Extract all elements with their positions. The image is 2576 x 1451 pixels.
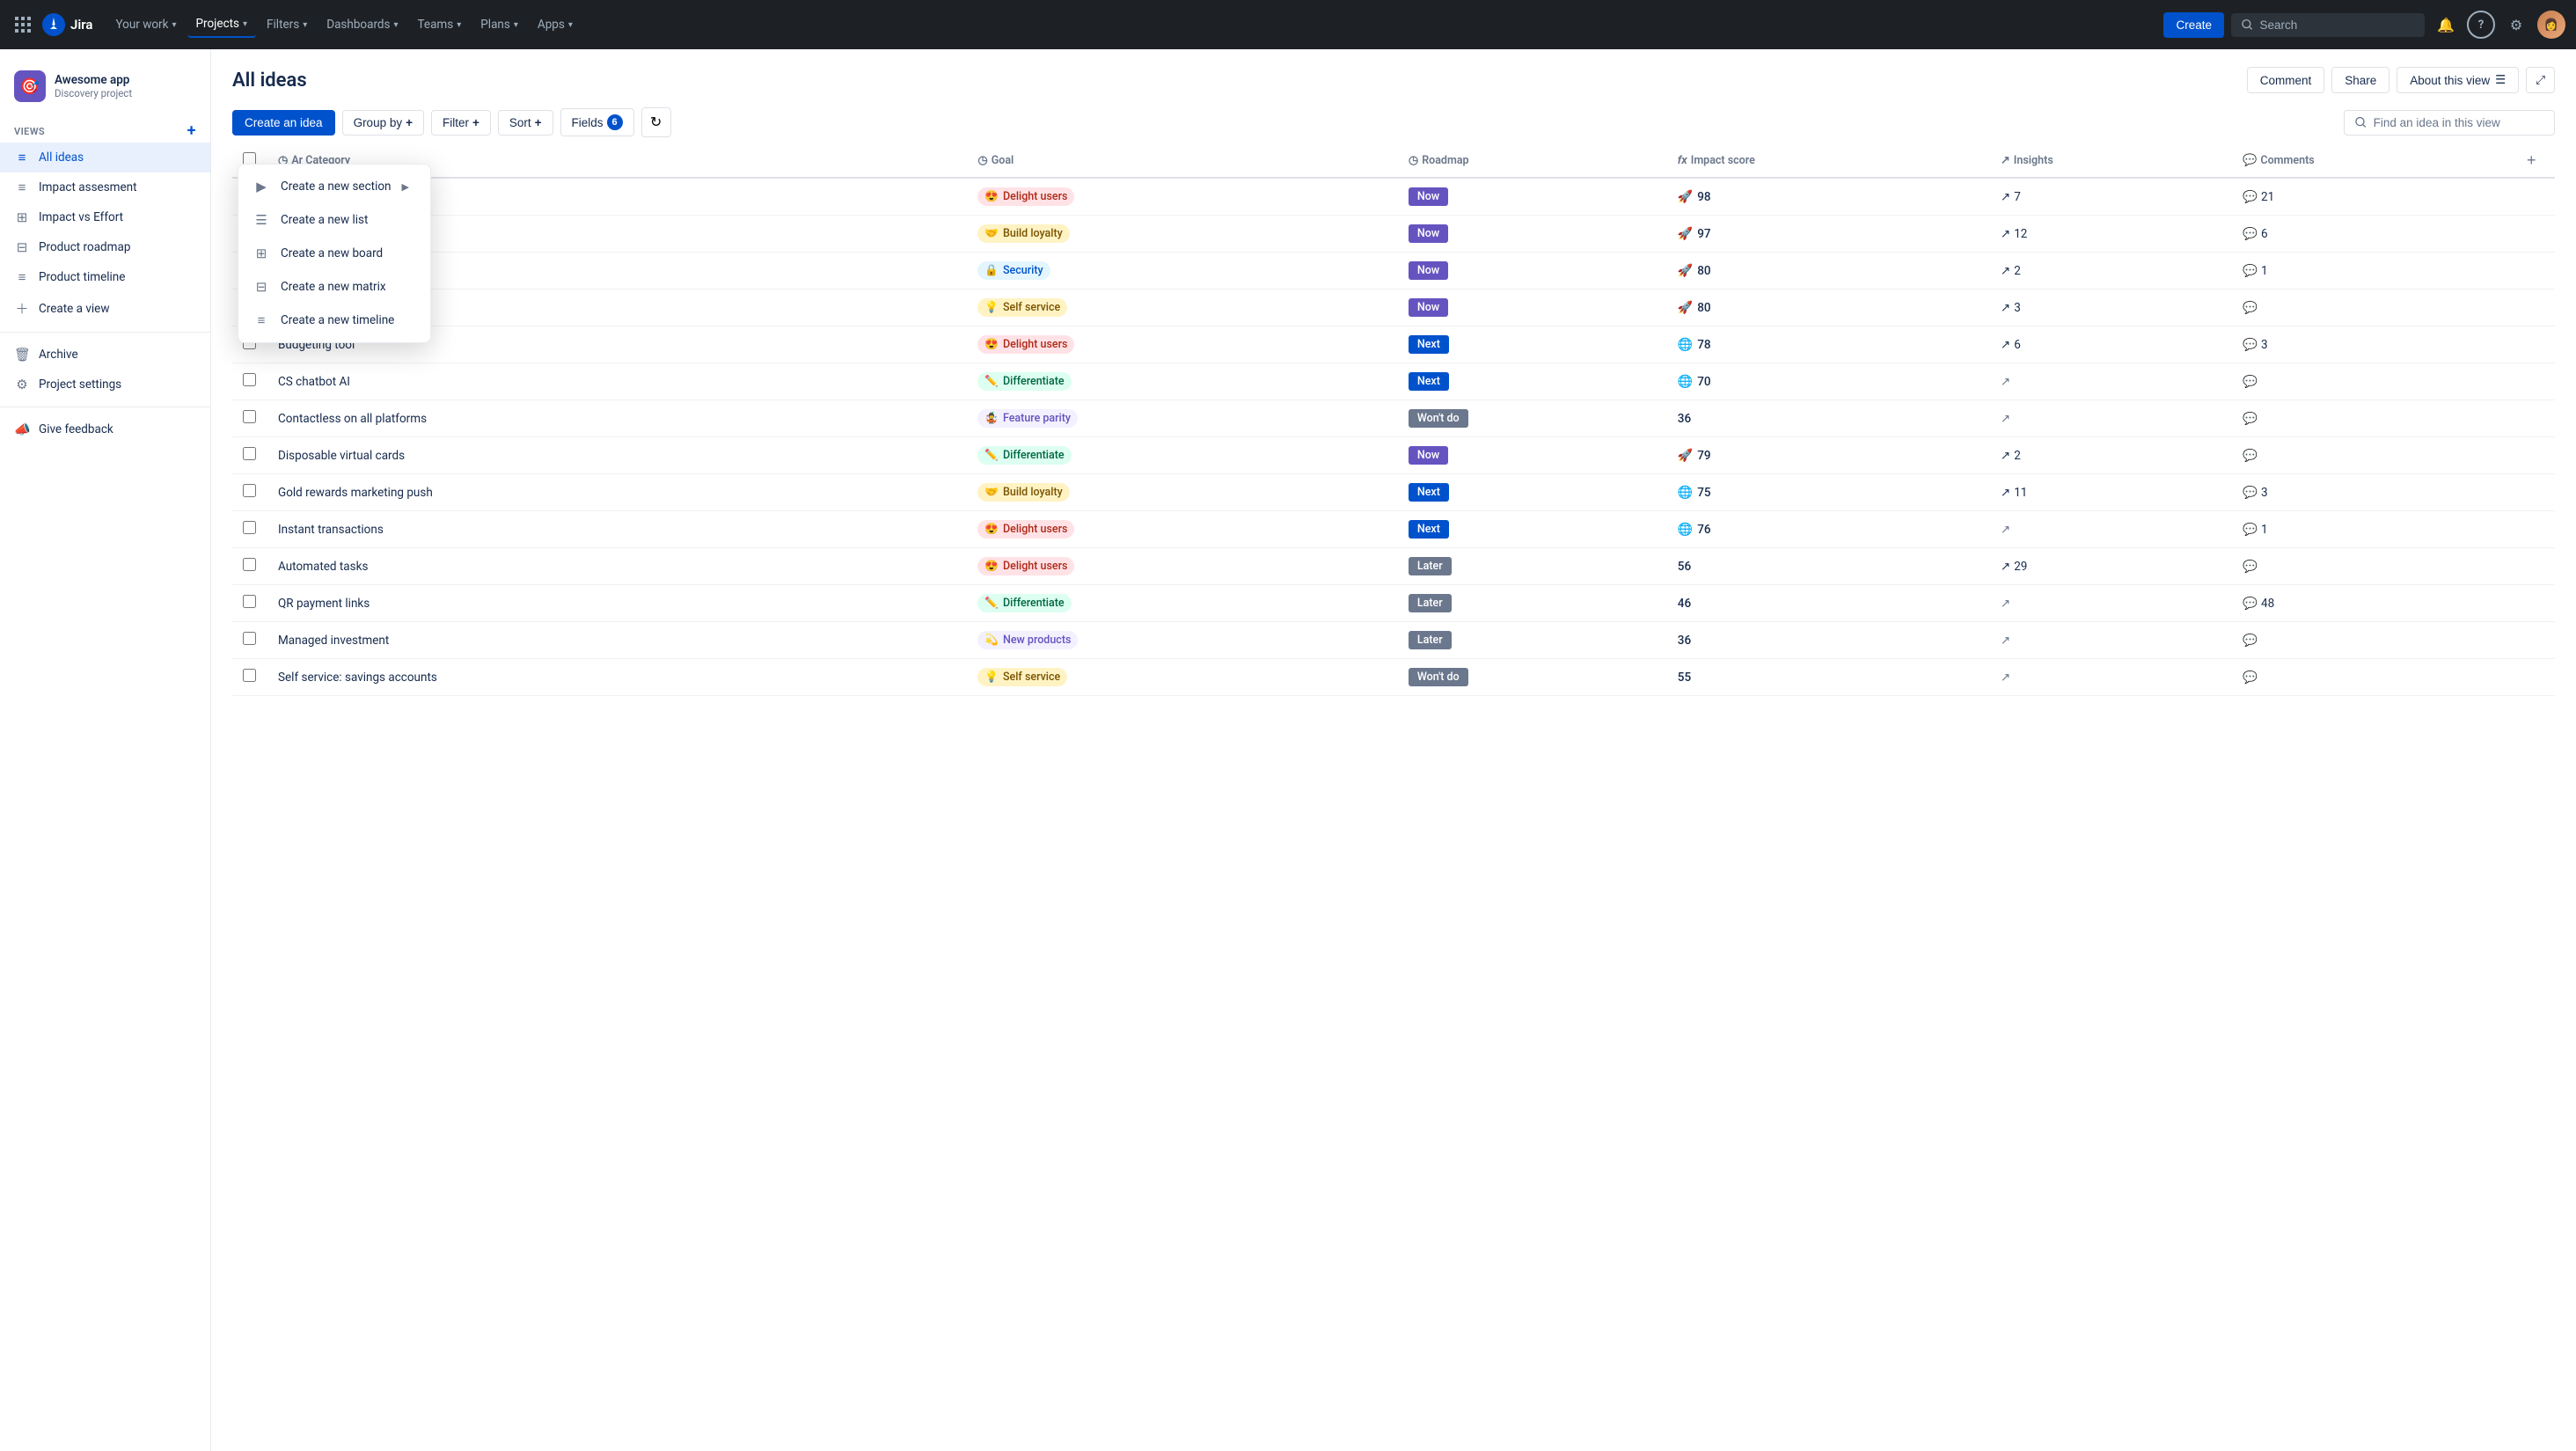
dropdown-item-icon: ⊟ xyxy=(252,279,270,295)
nav-filters[interactable]: Filters ▾ xyxy=(258,12,316,37)
app-switcher-button[interactable] xyxy=(11,12,35,37)
user-avatar[interactable]: 👩 xyxy=(2537,11,2565,39)
dropdown-item-icon: ≡ xyxy=(252,312,270,328)
dropdown-item-4[interactable]: ≡ Create a new timeline xyxy=(238,304,430,337)
top-navigation: Jira Your work ▾ Projects ▾ Filters ▾ Da… xyxy=(0,0,2576,49)
nav-dashboards[interactable]: Dashboards ▾ xyxy=(318,12,406,37)
nav-projects[interactable]: Projects ▾ xyxy=(187,11,257,38)
topnav-right: 🔔 ? ⚙ 👩 xyxy=(2231,11,2565,39)
dropdown-item-2[interactable]: ⊞ Create a new board xyxy=(238,237,430,270)
notifications-button[interactable]: 🔔 xyxy=(2432,11,2460,39)
dropdown-item-label: Create a new timeline xyxy=(281,313,394,327)
nav-plans[interactable]: Plans ▾ xyxy=(472,12,527,37)
views-dropdown-menu: ▶ Create a new section ▶ ☰ Create a new … xyxy=(238,164,431,343)
nav-teams[interactable]: Teams ▾ xyxy=(409,12,471,37)
dropdown-item-label: Create a new section xyxy=(281,180,392,194)
global-search[interactable] xyxy=(2231,13,2425,37)
help-button[interactable]: ? xyxy=(2467,11,2495,39)
dropdown-arrow-icon: ▶ xyxy=(402,181,409,193)
dropdown-item-label: Create a new list xyxy=(281,213,368,227)
dropdown-item-label: Create a new matrix xyxy=(281,280,386,294)
dropdown-item-icon: ☰ xyxy=(252,212,270,228)
search-input[interactable] xyxy=(2260,18,2414,32)
dropdown-item-icon: ▶ xyxy=(252,179,270,194)
dropdown-overlay[interactable]: ▶ Create a new section ▶ ☰ Create a new … xyxy=(0,0,2576,1451)
dropdown-item-3[interactable]: ⊟ Create a new matrix xyxy=(238,270,430,304)
main-nav: Your work ▾ Projects ▾ Filters ▾ Dashboa… xyxy=(106,11,2156,38)
nav-apps[interactable]: Apps ▾ xyxy=(529,12,582,37)
dropdown-item-icon: ⊞ xyxy=(252,245,270,261)
dropdown-item-0[interactable]: ▶ Create a new section ▶ xyxy=(238,170,430,203)
settings-button[interactable]: ⚙ xyxy=(2502,11,2530,39)
logo-text: Jira xyxy=(70,17,92,33)
search-icon xyxy=(2242,18,2253,31)
jira-logo[interactable]: Jira xyxy=(42,13,92,36)
dropdown-item-1[interactable]: ☰ Create a new list xyxy=(238,203,430,237)
dropdown-item-label: Create a new board xyxy=(281,246,383,260)
nav-your-work[interactable]: Your work ▾ xyxy=(106,12,185,37)
create-button[interactable]: Create xyxy=(2163,12,2224,38)
